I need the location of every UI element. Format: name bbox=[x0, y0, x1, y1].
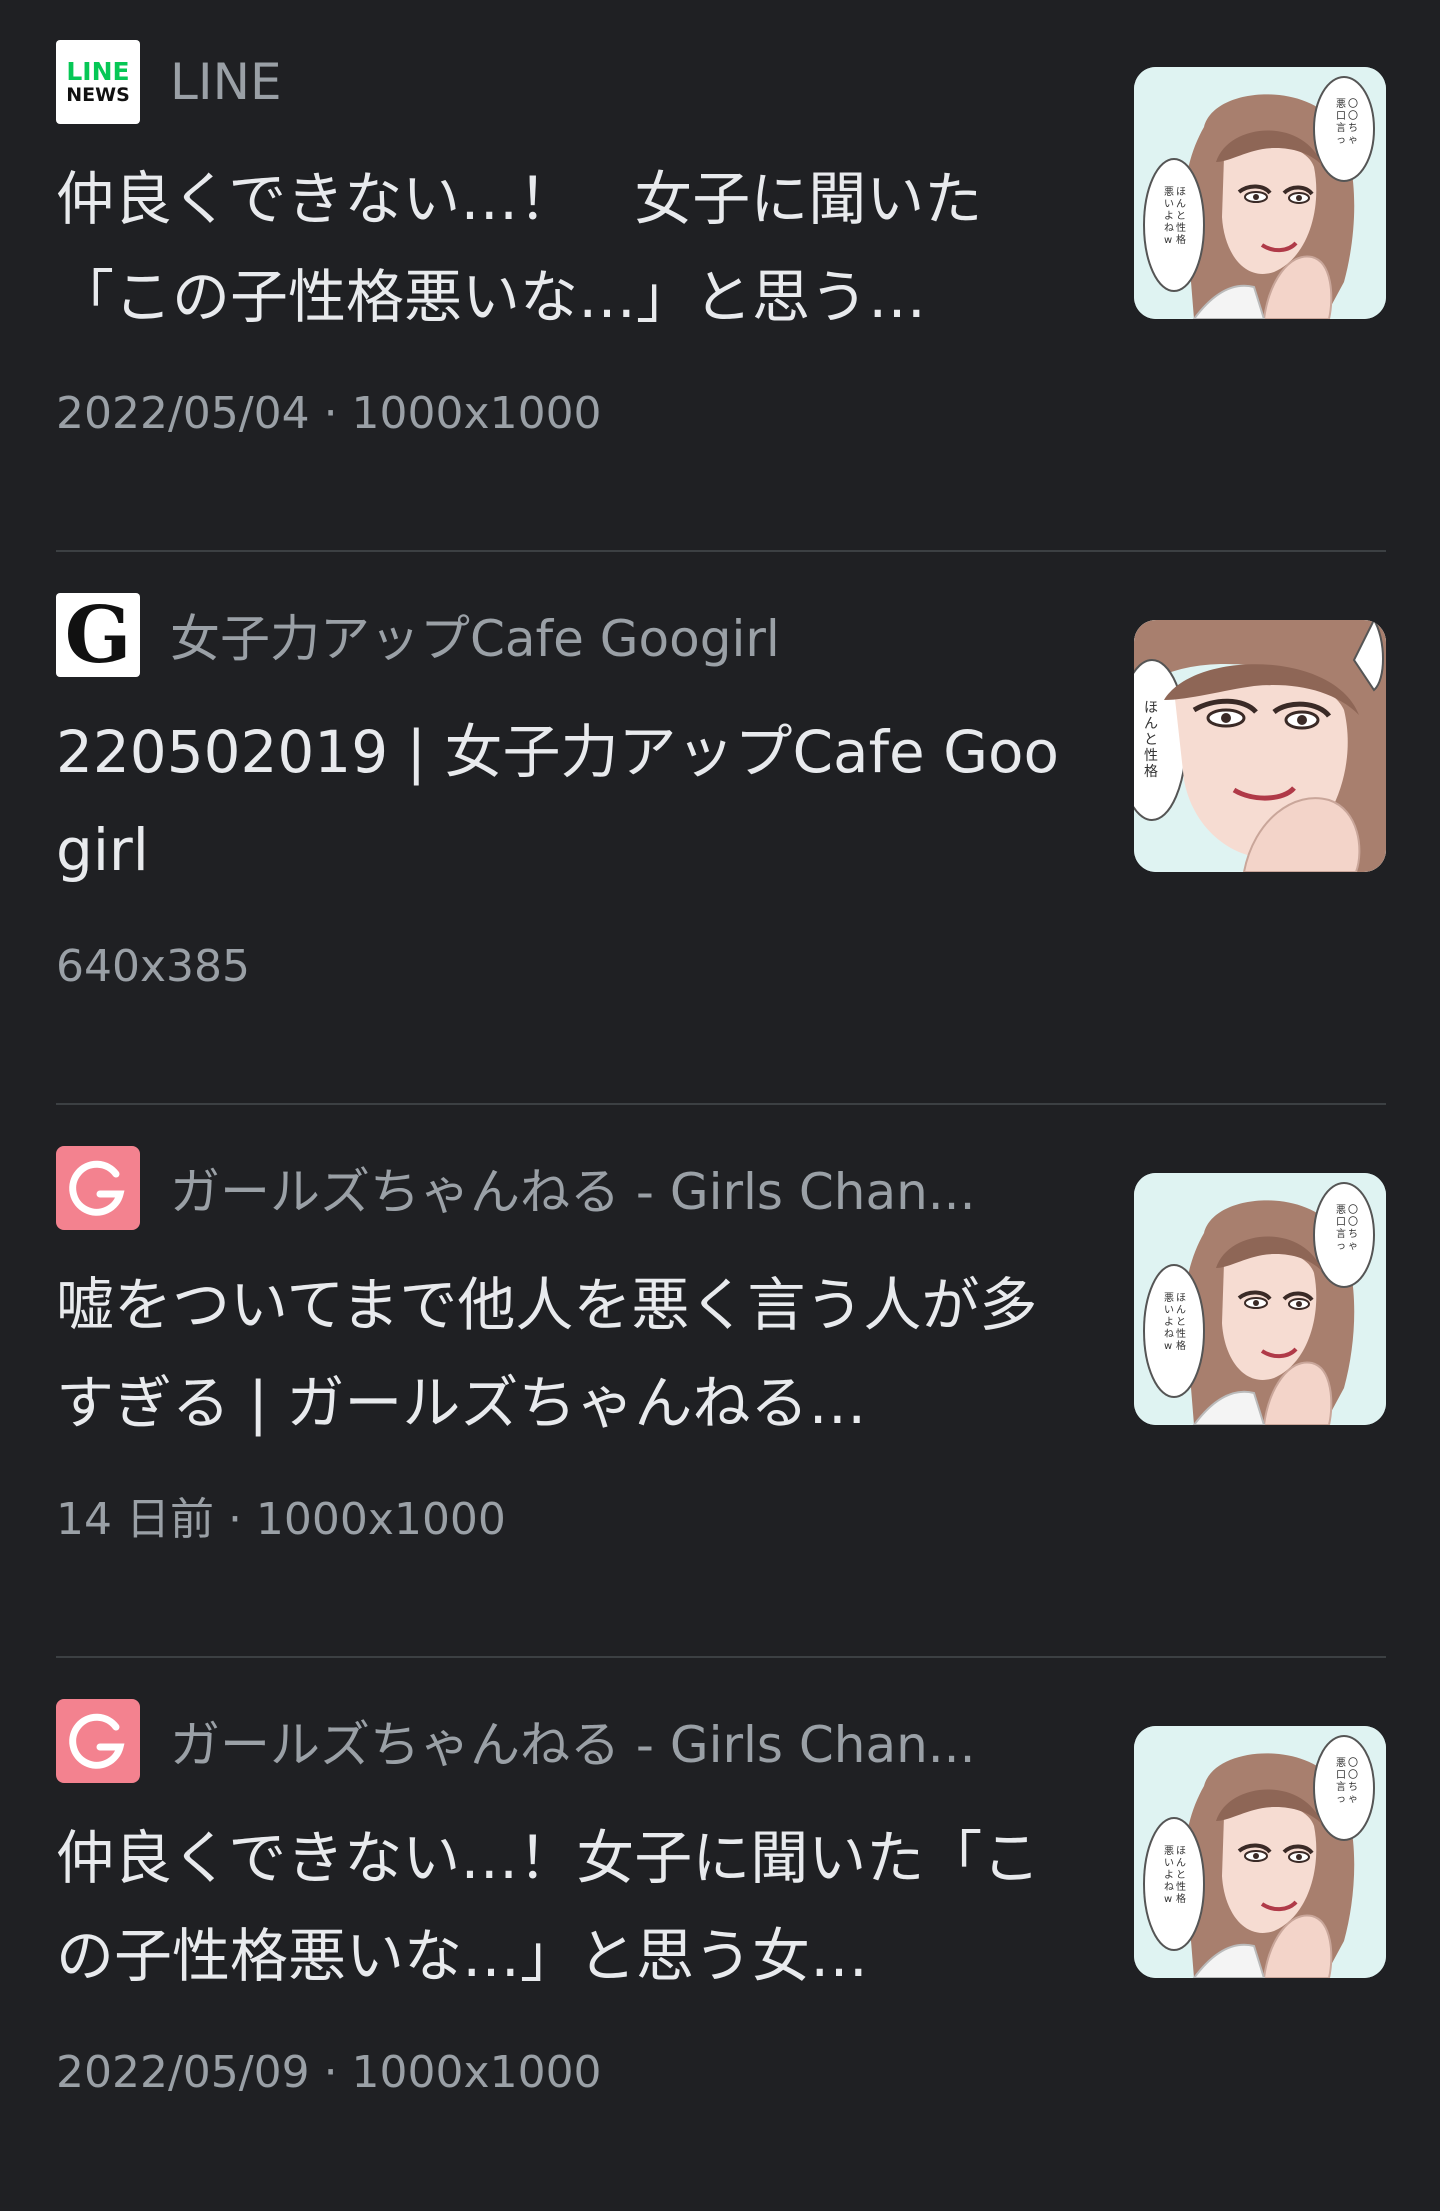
divider bbox=[56, 1656, 1386, 1658]
manga-woman-thumbnail[interactable] bbox=[1134, 67, 1386, 319]
result-source[interactable]: ガールズちゃんねる - Girls Chan... bbox=[56, 1699, 1066, 1783]
divider bbox=[56, 1103, 1386, 1105]
googirl-logo-letter: G bbox=[64, 593, 132, 677]
girls-channel-g-icon bbox=[56, 1146, 140, 1230]
girls-channel-g-icon bbox=[56, 1699, 140, 1783]
result-meta: 2022/05/04 · 1000x1000 bbox=[56, 388, 602, 439]
result-item[interactable]: LINE NEWS LINE 仲良くできない…！ 女子に聞いた「この子性格悪いな… bbox=[56, 0, 1386, 552]
result-title[interactable]: 220502019 | 女子力アップCafe Googirl bbox=[56, 703, 1066, 899]
result-meta: 640x385 bbox=[56, 941, 251, 992]
line-logo-text: LINE bbox=[66, 57, 130, 86]
result-meta: 2022/05/09 · 1000x1000 bbox=[56, 2047, 602, 2098]
manga-woman-closeup-thumbnail[interactable] bbox=[1134, 620, 1386, 872]
manga-woman-thumbnail[interactable] bbox=[1134, 1173, 1386, 1425]
divider bbox=[56, 550, 1386, 552]
result-meta: 14 日前 · 1000x1000 bbox=[56, 1494, 506, 1545]
news-logo-text: NEWS bbox=[66, 84, 130, 106]
result-item[interactable]: ガールズちゃんねる - Girls Chan... 嘘をついてまで他人を悪く言う… bbox=[56, 1106, 1386, 1658]
result-source[interactable]: LINE NEWS LINE bbox=[56, 40, 1066, 124]
googirl-g-icon: G bbox=[56, 593, 140, 677]
image-search-results-list: LINE NEWS LINE 仲良くできない…！ 女子に聞いた「この子性格悪いな… bbox=[0, 0, 1440, 2159]
source-name: ガールズちゃんねる - Girls Chan... bbox=[170, 1716, 976, 1774]
source-name: 女子力アップCafe Googirl bbox=[170, 610, 780, 668]
source-name: ガールズちゃんねる - Girls Chan... bbox=[170, 1163, 976, 1221]
source-name: LINE bbox=[170, 53, 282, 111]
result-source[interactable]: G 女子力アップCafe Googirl bbox=[56, 593, 1066, 677]
result-source[interactable]: ガールズちゃんねる - Girls Chan... bbox=[56, 1146, 1066, 1230]
manga-woman-thumbnail[interactable] bbox=[1134, 1726, 1386, 1978]
result-title[interactable]: 仲良くできない…！女子に聞いた「この子性格悪いな…」と思う女… bbox=[56, 1809, 1066, 2005]
result-title[interactable]: 仲良くできない…！ 女子に聞いた「この子性格悪いな…」と思う… bbox=[56, 150, 1066, 346]
result-title[interactable]: 嘘をついてまで他人を悪く言う人が多すぎる | ガールズちゃんねる… bbox=[56, 1256, 1066, 1452]
result-item[interactable]: G 女子力アップCafe Googirl 220502019 | 女子力アップC… bbox=[56, 553, 1386, 1105]
line-news-icon: LINE NEWS bbox=[56, 40, 140, 124]
result-item[interactable]: ガールズちゃんねる - Girls Chan... 仲良くできない…！女子に聞い… bbox=[56, 1659, 1386, 2211]
